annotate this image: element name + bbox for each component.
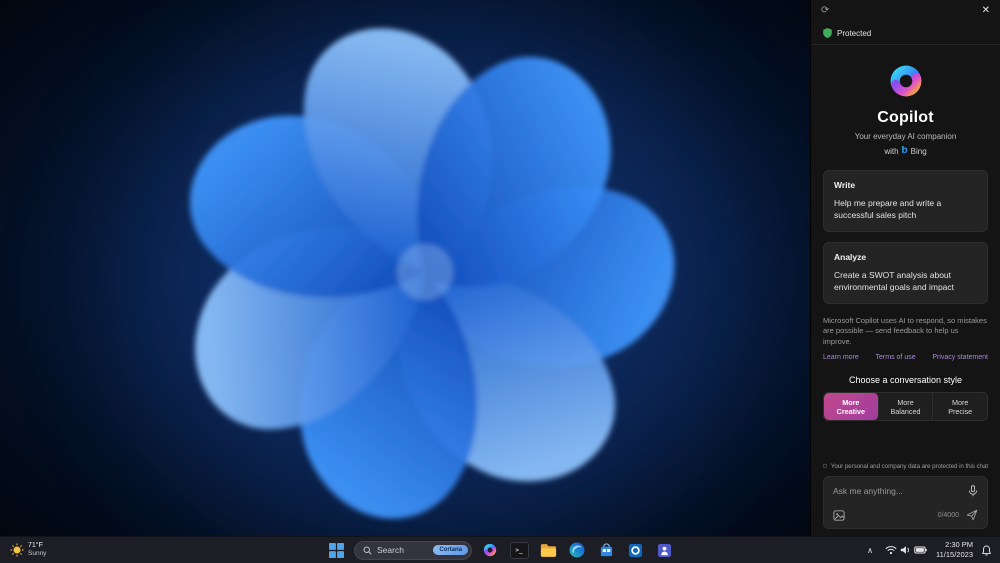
teams-icon[interactable]: [653, 539, 675, 561]
file-explorer-icon[interactable]: [537, 539, 559, 561]
protected-badge: Protected: [811, 22, 1000, 45]
conversation-style-title: Choose a conversation style: [848, 375, 963, 386]
style-option-creative[interactable]: More Creative: [824, 393, 879, 421]
close-icon[interactable]: ✕: [980, 4, 992, 18]
quick-settings[interactable]: [882, 543, 930, 557]
data-protection-note: Your personal and company data are prote…: [823, 462, 988, 470]
with-label: with: [884, 146, 899, 156]
character-counter: 0/4000: [937, 511, 959, 519]
start-button[interactable]: [325, 539, 347, 561]
style-option-precise[interactable]: More Precise: [933, 393, 987, 420]
desktop[interactable]: [0, 0, 810, 537]
terms-of-use-link[interactable]: Terms of use: [876, 354, 916, 361]
search-icon: [363, 546, 372, 555]
outlook-icon[interactable]: [624, 539, 646, 561]
bing-icon: b: [901, 145, 908, 156]
copilot-subtitle: Your everyday AI companion: [854, 132, 957, 141]
store-icon[interactable]: [595, 539, 617, 561]
taskbar-center: Search Cortana >_: [325, 537, 675, 563]
terminal-prompt-glyph: >_: [509, 541, 529, 559]
weather-sun-icon: [10, 543, 24, 557]
refresh-icon[interactable]: ⟳: [819, 4, 831, 18]
copilot-sidebar: ⟳ ✕ Protected Copilot Your everyday AI c…: [810, 0, 1000, 537]
copilot-taskbar-icon[interactable]: [479, 539, 501, 561]
privacy-statement-link[interactable]: Privacy statement: [932, 354, 988, 361]
suggestion-title: Analyze: [834, 251, 867, 262]
suggestion-body: Create a SWOT analysis about environment…: [834, 269, 955, 292]
taskbar: 71°F Sunny Search Cortana >_ ∧ 2:30 PM 1…: [0, 536, 1000, 563]
shield-outline-icon: [823, 463, 827, 469]
suggestion-card-analyze[interactable]: Analyze Create a SWOT analysis about env…: [823, 241, 988, 304]
weather-temp: 71°F: [28, 542, 43, 550]
terminal-icon[interactable]: >_: [508, 539, 530, 561]
clock-widget[interactable]: 2:30 PM 11/15/2023: [936, 540, 973, 560]
windows-logo-icon: [328, 542, 344, 558]
notifications-bell-icon[interactable]: [979, 545, 994, 556]
sidebar-header: ⟳ ✕: [811, 0, 1000, 22]
search-label: Search: [377, 545, 404, 555]
search-box[interactable]: Search Cortana: [354, 540, 472, 560]
microphone-icon[interactable]: [968, 485, 978, 497]
style-option-balanced[interactable]: More Balanced: [879, 393, 934, 421]
legal-links: Learn more Terms of use Privacy statemen…: [823, 354, 988, 361]
learn-more-link[interactable]: Learn more: [823, 354, 859, 361]
chat-input[interactable]: [833, 486, 962, 496]
search-highlight-badge[interactable]: Cortana: [433, 545, 468, 555]
volume-icon: [900, 546, 909, 554]
suggestion-title: Write: [834, 180, 856, 190]
suggestion-card-write[interactable]: Write Help me prepare and write a succes…: [823, 170, 988, 232]
chat-composer: 0/4000: [823, 476, 988, 529]
tray-chevron-up-icon[interactable]: ∧: [864, 546, 876, 555]
suggestion-body: Help me prepare and write a successful s…: [834, 198, 942, 220]
data-protection-text: Your personal and company data are prote…: [830, 462, 988, 470]
conversation-style-group: More Creative More Balanced More Precise: [823, 392, 988, 422]
copilot-title: Copilot: [877, 109, 934, 126]
with-bing-row: with b Bing: [823, 146, 988, 156]
battery-icon: [914, 546, 927, 554]
weather-widget[interactable]: 71°F Sunny: [5, 537, 51, 563]
protected-label: Protected: [837, 28, 872, 38]
sidebar-content: Copilot Your everyday AI companion with …: [811, 45, 1000, 537]
tray-time: 2:30 PM: [945, 540, 973, 550]
edge-icon[interactable]: [566, 539, 588, 561]
copilot-logo-icon: [890, 65, 921, 97]
add-image-icon[interactable]: [833, 509, 845, 521]
system-tray: ∧ 2:30 PM 11/15/2023: [864, 537, 996, 563]
tray-date: 11/15/2023: [936, 550, 973, 559]
bing-label: Bing: [910, 146, 927, 156]
wifi-icon: [885, 546, 897, 555]
wallpaper-bloom: [0, 0, 810, 537]
shield-protected-icon: [823, 28, 832, 38]
weather-condition: Sunny: [28, 550, 47, 558]
ai-disclaimer: Microsoft Copilot uses AI to respond, so…: [823, 315, 987, 347]
send-icon[interactable]: [966, 509, 978, 521]
